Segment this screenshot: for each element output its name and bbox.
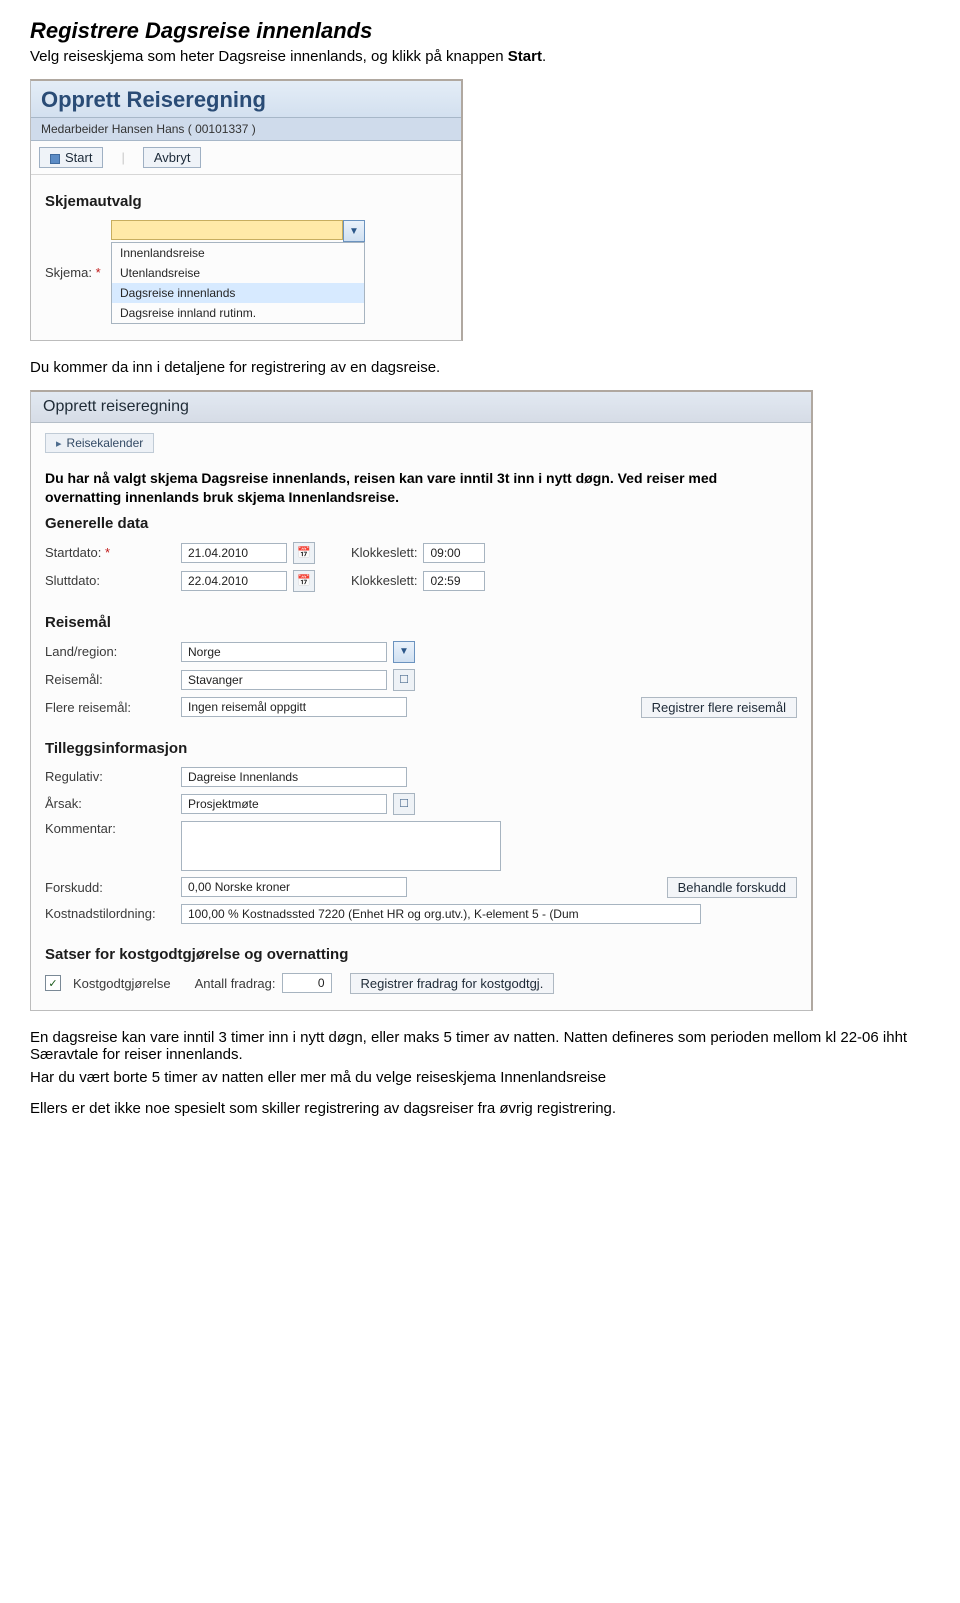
- doc-outro3: Ellers er det ikke noe spesielt som skil…: [30, 1100, 930, 1117]
- skjema-row: Skjema: * ▼ Innenlandsreise Utenlandsrei…: [45, 220, 447, 324]
- skjema-label: Skjema: *: [45, 265, 105, 280]
- doc-outro1: En dagsreise kan vare inntil 3 timer inn…: [30, 1029, 930, 1063]
- additional-info-title: Tilleggsinformasjon: [45, 740, 797, 757]
- kostnad-field[interactable]: 100,00 % Kostnadssted 7220 (Enhet HR og …: [181, 904, 701, 924]
- land-row: Land/region: Norge ▼: [45, 641, 797, 663]
- chevron-down-icon[interactable]: ▼: [393, 641, 415, 663]
- skjema-option-1[interactable]: Utenlandsreise: [112, 263, 364, 283]
- required-mark: *: [105, 545, 110, 560]
- arsak-label: Årsak:: [45, 796, 175, 811]
- kostnad-row: Kostnadstilordning: 100,00 % Kostnadsste…: [45, 904, 797, 924]
- doc-intro: Velg reiseskjema som heter Dagsreise inn…: [30, 48, 930, 65]
- general-data-title: Generelle data: [45, 515, 797, 532]
- create-travel-panel-2: Opprett reiseregning Reisekalender Du ha…: [30, 390, 813, 1011]
- doc-outro2: Har du vært borte 5 timer av natten elle…: [30, 1069, 930, 1086]
- flere-reisemal-field[interactable]: Ingen reisemål oppgitt: [181, 697, 407, 717]
- doc-title: Registrere Dagsreise innenlands: [30, 18, 930, 44]
- arsak-row: Årsak: Prosjektmøte ☐: [45, 793, 797, 815]
- reisemal-row: Reisemål: Stavanger ☐: [45, 669, 797, 691]
- skjema-field[interactable]: [111, 220, 343, 240]
- panel2-title: Opprett reiseregning: [31, 392, 811, 423]
- skjema-section-title: Skjemautvalg: [45, 193, 447, 210]
- land-label: Land/region:: [45, 644, 175, 659]
- doc-intro-bold: Start: [508, 48, 542, 65]
- start-button[interactable]: Start: [39, 147, 103, 168]
- kommentar-label: Kommentar:: [45, 821, 175, 836]
- starttid-field[interactable]: 09:00: [423, 543, 485, 563]
- land-field[interactable]: Norge: [181, 642, 387, 662]
- doc-intro-post: .: [542, 48, 546, 65]
- regulativ-row: Regulativ: Dagreise Innenlands: [45, 767, 797, 787]
- antall-field[interactable]: 0: [282, 973, 332, 993]
- skjema-option-0[interactable]: Innenlandsreise: [112, 243, 364, 263]
- doc-intro-pre: Velg reiseskjema som heter Dagsreise inn…: [30, 48, 508, 65]
- startdato-row: Startdato: * 21.04.2010 📅 Klokkeslett: 0…: [45, 542, 797, 564]
- rates-title: Satser for kostgodtgjørelse og overnatti…: [45, 946, 797, 963]
- register-more-destinations-button[interactable]: Registrer flere reisemål: [641, 697, 797, 718]
- kostnad-label: Kostnadstilordning:: [45, 906, 175, 921]
- antall-label: Antall fradrag:: [195, 976, 276, 991]
- panel1-title: Opprett Reiseregning: [31, 81, 461, 118]
- sluttdato-field[interactable]: 22.04.2010: [181, 571, 287, 591]
- reisemal-label: Reisemål:: [45, 672, 175, 687]
- toolbar-separator: |: [121, 150, 124, 165]
- skjema-options: Innenlandsreise Utenlandsreise Dagsreise…: [111, 242, 365, 324]
- panel2-body: Reisekalender Du har nå valgt skjema Dag…: [31, 423, 811, 1010]
- kostgodt-label: Kostgodtgjørelse: [73, 976, 171, 991]
- panel1-toolbar: Start | Avbryt: [31, 141, 461, 175]
- destination-title: Reisemål: [45, 614, 797, 631]
- arsak-field[interactable]: Prosjektmøte: [181, 794, 387, 814]
- start-klokke-label: Klokkeslett:: [351, 545, 417, 560]
- lookup-icon[interactable]: ☐: [393, 793, 415, 815]
- sluttdato-label: Sluttdato:: [45, 573, 175, 588]
- create-travel-panel-1: Opprett Reiseregning Medarbeider Hansen …: [30, 79, 463, 341]
- skjema-dropdown[interactable]: ▼ Innenlandsreise Utenlandsreise Dagsrei…: [111, 220, 365, 324]
- sluttdato-row: Sluttdato: 22.04.2010 📅 Klokkeslett: 02:…: [45, 570, 797, 592]
- chevron-down-icon[interactable]: ▼: [343, 220, 365, 242]
- cancel-button[interactable]: Avbryt: [143, 147, 202, 168]
- skjema-label-text: Skjema:: [45, 265, 92, 280]
- flere-reisemal-row: Flere reisemål: Ingen reisemål oppgitt R…: [45, 697, 797, 718]
- kostgodt-row: ✓ Kostgodtgjørelse Antall fradrag: 0 Reg…: [45, 973, 797, 994]
- flere-reisemal-label: Flere reisemål:: [45, 700, 175, 715]
- forskudd-row: Forskudd: 0,00 Norske kroner Behandle fo…: [45, 877, 797, 898]
- regulativ-field[interactable]: Dagreise Innenlands: [181, 767, 407, 787]
- forskudd-field[interactable]: 0,00 Norske kroner: [181, 877, 407, 897]
- kommentar-row: Kommentar:: [45, 821, 797, 871]
- handle-advance-button[interactable]: Behandle forskudd: [667, 877, 797, 898]
- startdato-label-text: Startdato:: [45, 545, 101, 560]
- required-mark: *: [96, 265, 101, 280]
- startdato-label: Startdato: *: [45, 545, 175, 560]
- employee-subbar: Medarbeider Hansen Hans ( 00101337 ): [31, 118, 461, 141]
- kostgodt-checkbox[interactable]: ✓: [45, 975, 61, 991]
- travel-calendar-link[interactable]: Reisekalender: [45, 433, 154, 453]
- forskudd-label: Forskudd:: [45, 880, 175, 895]
- register-deduction-button[interactable]: Registrer fradrag for kostgodtgj.: [350, 973, 555, 994]
- kommentar-field[interactable]: [181, 821, 501, 871]
- skjema-option-2[interactable]: Dagsreise innenlands: [112, 283, 364, 303]
- startdato-field[interactable]: 21.04.2010: [181, 543, 287, 563]
- regulativ-label: Regulativ:: [45, 769, 175, 784]
- skjema-section: Skjemautvalg Skjema: * ▼ Innenlandsreise…: [31, 175, 461, 340]
- doc-mid: Du kommer da inn i detaljene for registr…: [30, 359, 930, 376]
- calendar-icon[interactable]: 📅: [293, 570, 315, 592]
- panel2-instruction: Du har nå valgt skjema Dagsreise innenla…: [45, 469, 797, 507]
- slutttid-field[interactable]: 02:59: [423, 571, 485, 591]
- lookup-icon[interactable]: ☐: [393, 669, 415, 691]
- reisemal-field[interactable]: Stavanger: [181, 670, 387, 690]
- skjema-option-3[interactable]: Dagsreise innland rutinm.: [112, 303, 364, 323]
- slutt-klokke-label: Klokkeslett:: [351, 573, 417, 588]
- calendar-icon[interactable]: 📅: [293, 542, 315, 564]
